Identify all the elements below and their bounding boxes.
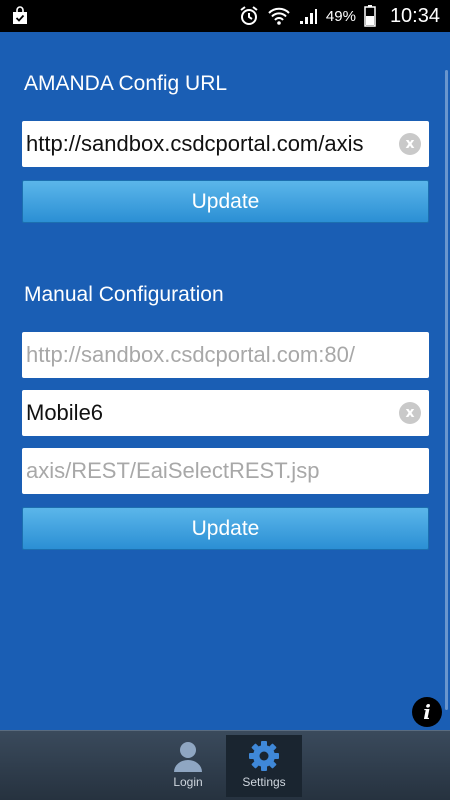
- wifi-icon: [268, 7, 290, 25]
- signal-icon: [299, 9, 317, 24]
- clock: 10:34: [389, 4, 440, 27]
- status-bar: 49% 10:34: [0, 0, 450, 32]
- tab-login[interactable]: Login: [150, 735, 226, 797]
- user-icon: [174, 742, 202, 772]
- config-url-field[interactable]: x: [22, 121, 429, 167]
- site-field[interactable]: x: [22, 390, 429, 436]
- alarm-icon: [240, 6, 258, 25]
- manual-update-button[interactable]: Update: [22, 507, 429, 550]
- manual-config-title: Manual Configuration: [24, 283, 224, 306]
- info-icon[interactable]: i: [412, 697, 442, 727]
- shopping-bag-check-icon: [13, 6, 27, 24]
- config-url-input[interactable]: [22, 121, 389, 167]
- clear-icon[interactable]: x: [399, 133, 421, 155]
- path-input[interactable]: [22, 448, 429, 494]
- clear-icon[interactable]: x: [399, 402, 421, 424]
- host-field[interactable]: [22, 332, 429, 378]
- tab-login-label: Login: [173, 775, 203, 789]
- battery-icon: [364, 5, 376, 27]
- battery-percent: 49%: [325, 7, 356, 25]
- config-update-button[interactable]: Update: [22, 180, 429, 223]
- site-input[interactable]: [22, 390, 389, 436]
- tab-settings[interactable]: Settings: [226, 735, 302, 797]
- tab-bar: Login Settings: [0, 730, 450, 800]
- config-url-title: AMANDA Config URL: [24, 72, 228, 95]
- path-field[interactable]: [22, 448, 429, 494]
- scrollbar[interactable]: [445, 70, 448, 710]
- host-input[interactable]: [22, 332, 429, 378]
- tab-settings-label: Settings: [242, 775, 286, 789]
- gear-icon: [249, 741, 279, 771]
- settings-screen: AMANDA Config URL x Update Manual Config…: [0, 32, 450, 730]
